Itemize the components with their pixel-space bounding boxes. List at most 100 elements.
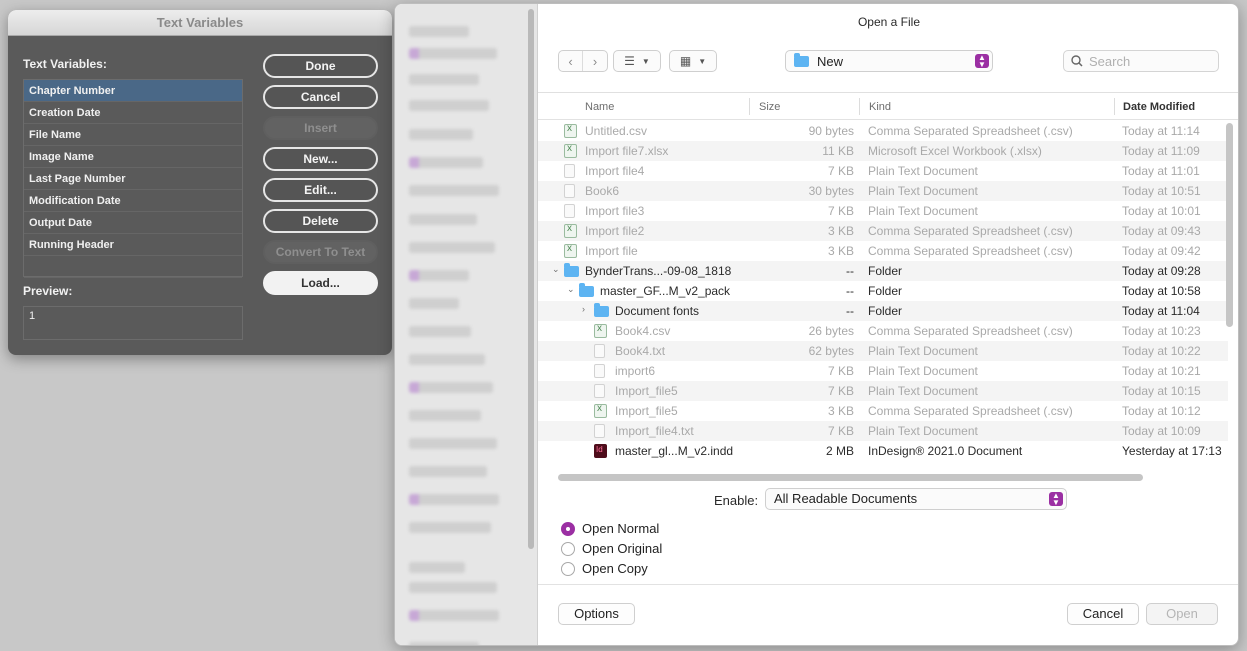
file-row[interactable]: › Document fonts -- Folder Today at 11:04 bbox=[538, 301, 1228, 321]
sidebar-item[interactable] bbox=[409, 298, 459, 309]
disclosure-closed-icon[interactable]: › bbox=[582, 304, 585, 314]
grid-view-button[interactable]: ▦ ▼ bbox=[669, 50, 717, 72]
enable-select[interactable]: All Readable Documents ▲ ▼ bbox=[765, 488, 1067, 510]
text-variable-item[interactable]: File Name bbox=[24, 124, 242, 146]
sidebar-item[interactable] bbox=[409, 270, 469, 281]
file-row[interactable]: Import file4 7 KB Plain Text Document Today… bbox=[538, 161, 1228, 181]
insert-button[interactable]: Insert bbox=[263, 116, 378, 140]
text-variable-item[interactable]: Last Page Number bbox=[24, 168, 242, 190]
file-size: 11 KB bbox=[822, 144, 854, 158]
file-row[interactable]: Book6 30 bytes Plain Text Document Today at… bbox=[538, 181, 1228, 201]
edit-variable-button[interactable]: Edit... bbox=[263, 178, 378, 202]
sidebar-item[interactable] bbox=[409, 642, 479, 645]
column-date-modified[interactable]: Date Modified bbox=[1123, 101, 1195, 113]
sidebar-item[interactable] bbox=[409, 48, 497, 59]
column-divider[interactable] bbox=[1114, 98, 1115, 115]
text-variable-item[interactable]: Chapter Number bbox=[24, 80, 242, 102]
sidebar-item[interactable] bbox=[409, 214, 477, 225]
text-variable-item[interactable]: Running Header bbox=[24, 234, 242, 256]
convert-to-text-button[interactable]: Convert To Text bbox=[263, 240, 378, 264]
column-size[interactable]: Size bbox=[759, 101, 780, 113]
file-row[interactable]: Import file2 3 KB Comma Separated Spreadsh… bbox=[538, 221, 1228, 241]
list-view-button[interactable]: ☰ ▼ bbox=[613, 50, 661, 72]
text-variables-list[interactable]: Chapter Number Creation Date File Name Imag… bbox=[23, 79, 243, 278]
open-button[interactable]: Open bbox=[1146, 603, 1218, 625]
file-row[interactable]: Import file7.xlsx 11 KB Microsoft Excel Wo… bbox=[538, 141, 1228, 161]
file-row[interactable]: import6 7 KB Plain Text Document Today at 1… bbox=[538, 361, 1228, 381]
file-date-modified: Today at 10:58 bbox=[1122, 284, 1201, 298]
file-name: Import file4 bbox=[585, 164, 645, 178]
options-button[interactable]: Options bbox=[558, 603, 635, 625]
disclosure-open-icon[interactable]: ⌄ bbox=[552, 264, 560, 275]
sidebar-item[interactable] bbox=[409, 582, 497, 593]
file-row[interactable]: Import file3 7 KB Plain Text Document Today… bbox=[538, 201, 1228, 221]
radio-label: Open Normal bbox=[582, 521, 660, 536]
cancel-button[interactable]: Cancel bbox=[263, 85, 378, 109]
sidebar-scrollbar[interactable] bbox=[528, 9, 534, 549]
column-divider[interactable] bbox=[749, 98, 750, 115]
radio-open-original[interactable]: Open Original bbox=[561, 541, 662, 556]
text-variable-item[interactable]: Output Date bbox=[24, 212, 242, 234]
radio-open-normal[interactable]: Open Normal bbox=[561, 521, 659, 536]
radio-button[interactable] bbox=[561, 541, 575, 556]
disclosure-open-icon[interactable]: ⌄ bbox=[567, 284, 575, 295]
file-row[interactable]: master_gl...M_v2.indd 2 MB InDesign® 2021.… bbox=[538, 441, 1228, 461]
sidebar-item[interactable] bbox=[409, 562, 465, 573]
file-row[interactable]: Import file 3 KB Comma Separated Spreadshe… bbox=[538, 241, 1228, 261]
sidebar-item[interactable] bbox=[409, 610, 499, 621]
location-popup[interactable]: New ▲ ▼ bbox=[785, 50, 993, 72]
sidebar-item[interactable] bbox=[409, 410, 481, 421]
file-row[interactable]: Import_file5 3 KB Comma Separated Spreadsh… bbox=[538, 401, 1228, 421]
sidebar-item[interactable] bbox=[409, 438, 497, 449]
load-button[interactable]: Load... bbox=[263, 271, 378, 295]
back-button[interactable]: ‹ bbox=[559, 51, 583, 71]
sidebar-item[interactable] bbox=[409, 26, 469, 37]
file-size: 7 KB bbox=[827, 364, 854, 378]
file-row[interactable]: Untitled.csv 90 bytes Comma Separated Spre… bbox=[538, 121, 1228, 141]
file-row[interactable]: Book4.txt 62 bytes Plain Text Document Toda… bbox=[538, 341, 1228, 361]
sidebar-item[interactable] bbox=[409, 242, 495, 253]
sidebar-item[interactable] bbox=[409, 100, 489, 111]
panel-title[interactable]: Text Variables bbox=[8, 10, 392, 36]
text-variable-item[interactable]: Creation Date bbox=[24, 102, 242, 124]
radio-button[interactable] bbox=[561, 561, 575, 576]
file-row[interactable]: ⌄ master_GF...M_v2_pack -- Folder Today at 1… bbox=[538, 281, 1228, 301]
search-field[interactable] bbox=[1063, 50, 1219, 72]
text-variable-item[interactable]: Modification Date bbox=[24, 190, 242, 212]
text-variable-item[interactable]: Image Name bbox=[24, 146, 242, 168]
file-date-modified: Today at 09:43 bbox=[1122, 224, 1201, 238]
done-button[interactable]: Done bbox=[263, 54, 378, 78]
file-name: Document fonts bbox=[615, 304, 700, 318]
file-row[interactable]: Import_file5 7 KB Plain Text Document Today… bbox=[538, 381, 1228, 401]
sidebar-item[interactable] bbox=[409, 74, 479, 85]
column-kind[interactable]: Kind bbox=[869, 101, 891, 113]
file-row[interactable]: Book4.csv 26 bytes Comma Separated Spreads… bbox=[538, 321, 1228, 341]
new-variable-button[interactable]: New... bbox=[263, 147, 378, 171]
sidebar-item[interactable] bbox=[409, 157, 483, 168]
radio-button[interactable] bbox=[561, 521, 575, 536]
sidebar[interactable] bbox=[395, 4, 538, 645]
column-name[interactable]: Name bbox=[585, 101, 614, 113]
file-row[interactable]: Import_file4.txt 7 KB Plain Text Document T… bbox=[538, 421, 1228, 441]
sidebar-item[interactable] bbox=[409, 466, 487, 477]
delete-variable-button[interactable]: Delete bbox=[263, 209, 378, 233]
file-row[interactable]: ⌄ BynderTrans...-09-08_1818 -- Folder Today … bbox=[538, 261, 1228, 281]
enable-label: Enable: bbox=[714, 493, 759, 508]
sidebar-item[interactable] bbox=[409, 494, 499, 505]
sidebar-item[interactable] bbox=[409, 185, 499, 196]
file-size: -- bbox=[846, 304, 854, 318]
cancel-open-button[interactable]: Cancel bbox=[1067, 603, 1139, 625]
file-size: 2 MB bbox=[825, 444, 854, 458]
sidebar-item[interactable] bbox=[409, 326, 471, 337]
column-divider[interactable] bbox=[859, 98, 860, 115]
vertical-scrollbar[interactable] bbox=[1226, 123, 1233, 327]
sidebar-item[interactable] bbox=[409, 382, 493, 393]
radio-open-copy[interactable]: Open Copy bbox=[561, 561, 648, 576]
sidebar-item[interactable] bbox=[409, 522, 491, 533]
sidebar-item[interactable] bbox=[409, 129, 473, 140]
horizontal-scrollbar[interactable] bbox=[558, 474, 1143, 481]
sidebar-item[interactable] bbox=[409, 354, 485, 365]
search-input[interactable] bbox=[1089, 53, 1209, 69]
preview-label: Preview: bbox=[23, 284, 73, 298]
forward-button[interactable]: › bbox=[583, 51, 607, 71]
